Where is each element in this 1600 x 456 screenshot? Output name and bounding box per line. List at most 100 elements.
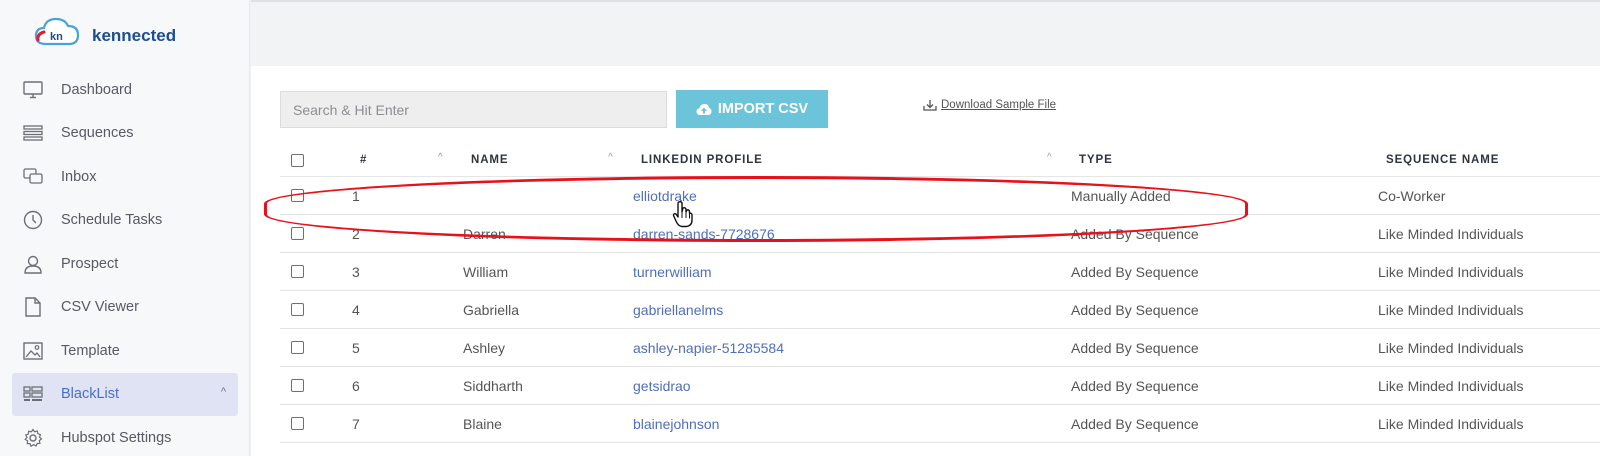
sidebar-item-hubspot-settings[interactable]: Hubspot Settings xyxy=(0,416,250,456)
row-checkbox[interactable] xyxy=(291,417,304,430)
sort-icon[interactable]: ^ xyxy=(1047,152,1052,163)
import-csv-button[interactable]: IMPORT CSV xyxy=(676,90,828,128)
download-sample-label: Download Sample File xyxy=(941,99,1057,111)
sidebar-item-prospect[interactable]: Prospect xyxy=(0,242,250,286)
sidebar-nav: Dashboard Sequences Inbox Schedule Tasks… xyxy=(0,68,250,456)
sidebar-item-label: Dashboard xyxy=(61,81,132,98)
list-icon xyxy=(22,122,44,144)
row-linkedin-link[interactable]: getsidrao xyxy=(633,378,691,394)
row-type: Added By Sequence xyxy=(1071,416,1199,432)
sidebar-item-csv-viewer[interactable]: CSV Viewer xyxy=(0,286,250,330)
sidebar-item-label: Hubspot Settings xyxy=(61,429,172,446)
row-sequence: Like Minded Individuals xyxy=(1378,264,1524,280)
row-number: 5 xyxy=(352,340,360,356)
row-linkedin-link[interactable]: darren-sands-7728676 xyxy=(633,226,775,242)
user-icon xyxy=(22,253,44,275)
row-number: 4 xyxy=(352,302,360,318)
row-linkedin-link[interactable]: gabriellanelms xyxy=(633,302,723,318)
file-icon xyxy=(22,296,44,318)
table-row[interactable]: 7 Blaine blainejohnson Added By Sequence… xyxy=(280,405,1600,443)
import-csv-label: IMPORT CSV xyxy=(717,101,809,117)
table-row[interactable]: 4 Gabriella gabriellanelms Added By Sequ… xyxy=(280,291,1600,329)
table-row[interactable]: 2 Darren darren-sands-7728676 Added By S… xyxy=(280,215,1600,253)
row-type: Added By Sequence xyxy=(1071,226,1199,242)
blacklist-table: # ^ NAME ^ LINKEDIN PROFILE ^ TYPE SEQUE… xyxy=(280,143,1600,443)
sidebar: kn kennected Dashboard Sequences Inbox S… xyxy=(0,0,250,456)
sidebar-item-label: Inbox xyxy=(61,168,97,185)
row-checkbox[interactable] xyxy=(291,227,304,240)
brand-name: kennected xyxy=(92,26,177,45)
row-sequence: Like Minded Individuals xyxy=(1378,226,1524,242)
row-linkedin-link[interactable]: turnerwilliam xyxy=(633,264,712,280)
table-row[interactable]: 1 elliotdrake Manually Added Co-Worker xyxy=(280,177,1600,215)
chat-icon xyxy=(22,166,44,188)
sidebar-item-label: Schedule Tasks xyxy=(61,212,163,229)
sidebar-item-label: Sequences xyxy=(61,125,134,142)
brand-logo[interactable]: kn kennected xyxy=(32,14,176,52)
sidebar-item-blacklist[interactable]: BlackList ^ xyxy=(12,372,238,416)
gear-icon xyxy=(22,427,44,449)
column-header-linkedin[interactable]: LINKEDIN PROFILE xyxy=(641,154,763,166)
sidebar-item-template[interactable]: Template xyxy=(0,329,250,373)
row-sequence: Like Minded Individuals xyxy=(1378,416,1524,432)
sidebar-item-sequences[interactable]: Sequences xyxy=(0,112,250,156)
row-type: Added By Sequence xyxy=(1071,264,1199,280)
row-name: Blaine xyxy=(463,416,502,432)
logo-mark-text: kn xyxy=(50,31,63,43)
row-type: Added By Sequence xyxy=(1071,302,1199,318)
download-icon xyxy=(923,99,937,111)
top-header xyxy=(251,0,1600,66)
download-sample-link[interactable]: Download Sample File xyxy=(923,99,1056,111)
column-header-type[interactable]: TYPE xyxy=(1079,154,1113,166)
row-linkedin-link[interactable]: elliotdrake xyxy=(633,188,697,204)
sidebar-item-label: CSV Viewer xyxy=(61,299,139,316)
row-number: 2 xyxy=(352,226,360,242)
search-input[interactable] xyxy=(280,91,667,128)
row-number: 3 xyxy=(352,264,360,280)
row-number: 7 xyxy=(352,416,360,432)
row-name: William xyxy=(463,264,509,280)
row-sequence: Like Minded Individuals xyxy=(1378,378,1524,394)
blacklist-icon xyxy=(22,383,44,405)
table-row[interactable]: 6 Siddharth getsidrao Added By Sequence … xyxy=(280,367,1600,405)
chevron-up-icon[interactable]: ^ xyxy=(221,386,226,398)
sidebar-item-dashboard[interactable]: Dashboard xyxy=(0,68,250,112)
row-number: 6 xyxy=(352,378,360,394)
row-name: Ashley xyxy=(463,340,506,356)
row-name: Siddharth xyxy=(463,378,523,394)
sort-icon[interactable]: ^ xyxy=(438,152,443,163)
sidebar-item-inbox[interactable]: Inbox xyxy=(0,155,250,199)
row-name: Gabriella xyxy=(463,302,520,318)
monitor-icon xyxy=(22,79,44,101)
select-all-checkbox[interactable] xyxy=(291,154,304,167)
row-checkbox[interactable] xyxy=(291,379,304,392)
row-sequence: Co-Worker xyxy=(1378,188,1446,204)
column-header-sequence[interactable]: SEQUENCE NAME xyxy=(1386,154,1499,166)
sidebar-item-label: Prospect xyxy=(61,255,119,272)
sidebar-item-label: BlackList xyxy=(61,386,120,403)
row-type: Manually Added xyxy=(1071,188,1171,204)
row-linkedin-link[interactable]: blainejohnson xyxy=(633,416,719,432)
table-row[interactable]: 3 William turnerwilliam Added By Sequenc… xyxy=(280,253,1600,291)
row-sequence: Like Minded Individuals xyxy=(1378,302,1524,318)
row-sequence: Like Minded Individuals xyxy=(1378,340,1524,356)
row-type: Added By Sequence xyxy=(1071,340,1199,356)
row-checkbox[interactable] xyxy=(291,341,304,354)
sidebar-item-label: Template xyxy=(61,342,120,359)
row-checkbox[interactable] xyxy=(291,265,304,278)
cloud-upload-icon xyxy=(696,103,712,116)
row-checkbox[interactable] xyxy=(291,303,304,316)
cloud-logo-icon: kn xyxy=(32,14,84,52)
image-icon xyxy=(22,340,44,362)
main-panel: IMPORT CSV Download Sample File # ^ NAME… xyxy=(251,66,1600,456)
table-row[interactable]: 5 Ashley ashley-napier-51285584 Added By… xyxy=(280,329,1600,367)
column-header-num[interactable]: # xyxy=(360,154,367,166)
column-header-name[interactable]: NAME xyxy=(471,154,508,166)
row-linkedin-link[interactable]: ashley-napier-51285584 xyxy=(633,340,784,356)
sidebar-item-schedule-tasks[interactable]: Schedule Tasks xyxy=(0,199,250,243)
table-header: # ^ NAME ^ LINKEDIN PROFILE ^ TYPE SEQUE… xyxy=(280,143,1600,177)
row-checkbox[interactable] xyxy=(291,189,304,202)
clock-icon xyxy=(22,209,44,231)
row-number: 1 xyxy=(352,188,360,204)
sort-icon[interactable]: ^ xyxy=(608,152,613,163)
